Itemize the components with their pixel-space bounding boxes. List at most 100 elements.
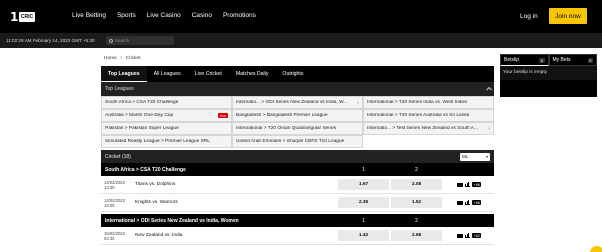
league-link[interactable]: South Africa > CSA T20 Challenge — [101, 96, 232, 109]
league-link[interactable]: International > T20 Series India vs. Wes… — [363, 96, 494, 109]
sub-header-bar: 11:02:29 AM February 14, 2022 GMT +5:30 … — [0, 33, 602, 48]
betslip-empty-message: Your betslip is empty — [500, 66, 597, 80]
odds-button-away[interactable]: 1.52 — [391, 197, 442, 208]
betslip-count-badge: 0 — [539, 57, 545, 63]
join-now-button[interactable]: Join now — [549, 8, 587, 24]
nav-sports[interactable]: Sports — [117, 12, 136, 19]
league-link[interactable]: Internatio... > ODI Series New Zealand v… — [232, 96, 363, 109]
breadcrumb: Home > Cricket — [104, 56, 141, 61]
market-select-value: ML — [462, 154, 469, 159]
breadcrumb-home[interactable]: Home — [104, 56, 117, 61]
search-input[interactable]: Search — [115, 38, 129, 43]
market-select[interactable]: ML — [460, 152, 490, 161]
event-teams[interactable]: Titans vs. Dolphins — [135, 182, 175, 187]
league-link[interactable]: Australia > Marsh One-Day Cup Live — [101, 109, 232, 122]
nav-live-betting[interactable]: Live Betting — [72, 12, 106, 19]
event-time: 18:00 — [104, 203, 115, 208]
event-teams[interactable]: New Zealand vs. India — [135, 233, 182, 238]
competition-name: International > ODI Series New Zealand v… — [105, 217, 239, 224]
top-navigation-bar: 1 CRIC Live Betting Sports Live Casino C… — [0, 0, 602, 33]
statistics-icon[interactable] — [465, 181, 470, 187]
odds-button-away[interactable]: 2.08 — [391, 179, 442, 190]
cricket-section-title: Cricket (18) — [105, 153, 131, 160]
tab-betslip[interactable]: Betslip 0 — [500, 54, 549, 66]
event-time: 13:30 — [104, 185, 115, 190]
logo-digit: 1 — [10, 9, 18, 24]
tab-my-bets[interactable]: My Bets 0 — [548, 54, 597, 66]
match-tracker-icon[interactable] — [457, 182, 463, 187]
breadcrumb-separator: > — [119, 56, 123, 61]
tab-betslip-label: Betslip — [504, 57, 520, 63]
event-row: 14/02/2022 13:30 Titans vs. Dolphins 1.6… — [101, 176, 494, 194]
match-tracker-icon[interactable] — [457, 233, 463, 238]
competition-name: South Africa > CSA T20 Challenge — [105, 166, 186, 173]
match-tracker-icon[interactable] — [457, 200, 463, 205]
betslip-footer — [500, 80, 597, 97]
statistics-icon[interactable] — [465, 232, 470, 238]
competition-header[interactable]: South Africa > CSA T20 Challenge 1 2 — [101, 163, 494, 176]
event-icons: +82 — [457, 232, 482, 238]
column-header-1: 1 — [362, 217, 365, 224]
chevron-right-icon: › — [488, 125, 490, 132]
nav-live-casino[interactable]: Live Casino — [147, 12, 181, 19]
chat-support-button[interactable] — [590, 246, 602, 252]
nav-casino[interactable]: Casino — [192, 12, 212, 19]
tab-live-cricket[interactable]: Live Cricket — [188, 66, 229, 82]
top-leagues-grid: South Africa > CSA T20 Challenge Interna… — [101, 96, 494, 148]
competition-header[interactable]: International > ODI Series New Zealand v… — [101, 214, 494, 227]
tab-outrights[interactable]: Outrights — [275, 66, 310, 82]
tab-matches-daily[interactable]: Matches Daily — [229, 66, 276, 82]
top-leagues-header[interactable]: Top Leagues — [101, 82, 494, 96]
event-datetime: 14/02/2022 18:00 — [104, 198, 125, 208]
more-markets-button[interactable]: +86 — [472, 182, 482, 187]
league-tabs: Top Leagues All Leagues Live Cricket Mat… — [101, 66, 494, 82]
event-teams[interactable]: Knights vs. Warriors — [135, 200, 178, 205]
main-content: Top Leagues All Leagues Live Cricket Mat… — [101, 66, 494, 245]
my-bets-count-badge: 0 — [587, 57, 593, 63]
event-row: 15/02/2022 03:30 New Zealand vs. India 1… — [101, 227, 494, 245]
event-icons: +86 — [457, 181, 482, 187]
more-markets-button[interactable]: +86 — [472, 200, 482, 205]
statistics-icon[interactable] — [465, 199, 470, 205]
chevron-up-icon — [485, 87, 491, 93]
tab-all-leagues[interactable]: All Leagues — [147, 66, 188, 82]
odds-button-away[interactable]: 2.68 — [391, 230, 442, 241]
event-row: 14/02/2022 18:00 Knights vs. Warriors 2.… — [101, 194, 494, 212]
event-datetime: 14/02/2022 13:30 — [104, 180, 125, 190]
logo-word: CRIC — [18, 11, 36, 22]
column-header-1: 1 — [362, 166, 365, 173]
odds-button-home[interactable]: 1.67 — [338, 179, 389, 190]
search-box[interactable]: Search — [106, 36, 174, 45]
league-link[interactable]: Internatio... > Test Series New Zealand … — [363, 122, 494, 135]
league-link[interactable]: Pakistan > Pakistan Super League — [101, 122, 232, 135]
betslip-tabs: Betslip 0 My Bets 0 — [500, 54, 597, 66]
live-badge: Live — [217, 113, 228, 118]
cricket-section-header: Cricket (18) ML — [101, 150, 494, 163]
more-markets-button[interactable]: +82 — [472, 233, 482, 238]
chevron-right-icon: › — [357, 99, 359, 106]
search-icon — [109, 38, 113, 43]
column-header-2: 2 — [415, 217, 418, 224]
betslip-panel: Betslip 0 My Bets 0 Your betslip is empt… — [500, 54, 597, 97]
breadcrumb-cricket: Cricket — [125, 56, 141, 61]
event-icons: +86 — [457, 199, 482, 205]
chevron-down-icon — [486, 155, 488, 158]
odds-column-headers: 1 2 — [337, 167, 443, 173]
league-link[interactable]: Simulated Reality League > Premier Leagu… — [101, 135, 232, 148]
empty-cell — [363, 135, 494, 148]
odds-button-home[interactable]: 2.35 — [338, 197, 389, 208]
column-header-2: 2 — [415, 166, 418, 173]
tab-top-leagues[interactable]: Top Leagues — [101, 66, 147, 82]
league-link[interactable]: United Arab Emirates > Sharjah CBFS T10 … — [232, 135, 363, 148]
odds-button-home[interactable]: 1.42 — [338, 230, 389, 241]
nav-promotions[interactable]: Promotions — [223, 12, 256, 19]
site-logo[interactable]: 1 CRIC — [10, 9, 36, 24]
event-datetime: 15/02/2022 03:30 — [104, 231, 125, 241]
league-link[interactable]: Bangladesh > Bangladesh Premier League — [232, 109, 363, 122]
tab-my-bets-label: My Bets — [552, 57, 571, 63]
login-link[interactable]: Log in — [520, 13, 538, 20]
clock-display: 11:02:29 AM February 14, 2022 GMT +5:30 — [6, 38, 95, 43]
league-link[interactable]: International > T20 Oman Quadrangular Se… — [232, 122, 363, 135]
odds-column-headers: 1 2 — [337, 218, 443, 224]
league-link[interactable]: International > T20 Series Australia vs … — [363, 109, 494, 122]
